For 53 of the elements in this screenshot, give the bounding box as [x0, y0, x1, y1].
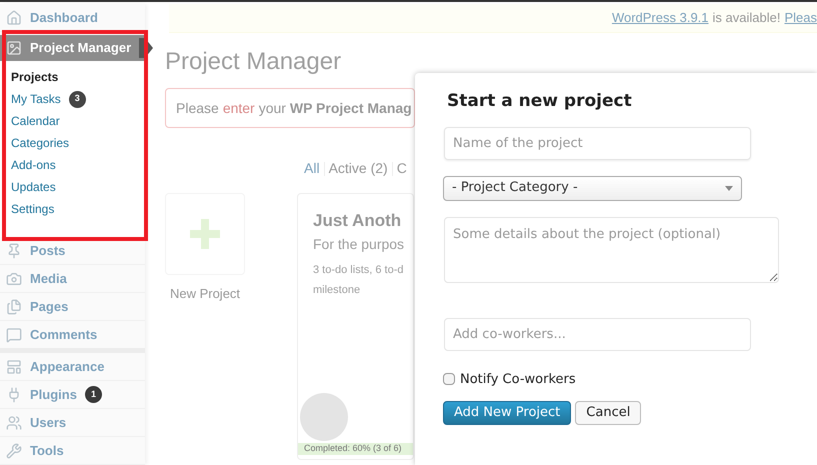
menu-label: Project Manager [30, 39, 132, 58]
menu-label: Appearance [30, 358, 104, 376]
project-card[interactable]: Just Anoth For the purpos 3 to-do lists, 6 to-d milestone Completed: 60% (3 of 6) [297, 193, 414, 460]
notice-text: your WP Project Manag [258, 98, 412, 118]
menu-label: Dashboard [30, 8, 98, 27]
update-link[interactable]: Pleas [784, 8, 817, 28]
project-stats: milestone [313, 282, 362, 298]
submenu-link[interactable]: Settings [11, 200, 54, 218]
submenu-link[interactable]: Calendar [11, 112, 60, 130]
project-name-field[interactable]: Name of the project [444, 126, 751, 160]
count-badge: 1 [84, 386, 102, 403]
menu-label: Comments [30, 326, 98, 344]
menu-item[interactable]: Plugins 1 [0, 381, 145, 409]
filter-link[interactable]: Active (2) [328, 158, 388, 179]
count-badge: 3 [68, 90, 86, 108]
menu-item[interactable]: Tools [0, 437, 145, 465]
filter-link[interactable]: C [396, 158, 407, 179]
menu-label: Users [30, 414, 66, 432]
submenu-link[interactable]: Updates [11, 178, 56, 196]
notice-text: is available! [712, 9, 780, 28]
page-title: Project Manager [165, 47, 342, 77]
cancel-button[interactable]: Cancel [575, 401, 642, 425]
submenu-link[interactable]: Projects [11, 68, 58, 86]
project-stats: 3 to-do lists, 6 to-d [313, 262, 404, 278]
menu-item[interactable]: Appearance [0, 353, 145, 381]
menu-item[interactable]: Users [0, 409, 145, 437]
progress-label: Completed: 60% (3 of 6) [298, 443, 413, 455]
menu-label: Pages [30, 298, 68, 316]
menu-item[interactable]: Dashboard [0, 4, 145, 32]
project-description: For the purpos [313, 234, 406, 254]
menu-label: Posts [30, 242, 66, 260]
submenu-link[interactable]: My Tasks [11, 90, 61, 108]
notice-text: Please [176, 98, 219, 118]
menu-item[interactable]: Media [0, 265, 145, 293]
submenu-link[interactable]: Add-ons [11, 156, 56, 174]
submenu-link[interactable]: Categories [11, 134, 70, 152]
coworkers-field[interactable]: Add co-workers... [444, 318, 751, 350]
menu-item[interactable]: Comments [0, 321, 145, 353]
enter-link[interactable]: enter [222, 98, 255, 118]
menu-label: Media [30, 270, 67, 288]
menu-label: Plugins [30, 386, 77, 404]
dialog-title: Start a new project [447, 90, 633, 113]
new-project-label: New Project [170, 285, 240, 303]
notify-label: Notify Co-workers [460, 370, 576, 388]
category-select[interactable]: - Project Category - [443, 176, 742, 200]
add-project-button[interactable]: Add New Project [443, 401, 572, 425]
project-title: Just Anoth [313, 210, 402, 232]
menu-item[interactable]: Pages [0, 293, 145, 321]
menu-item[interactable]: Posts [0, 237, 145, 265]
version-link[interactable]: WordPress 3.9.1 [612, 8, 709, 28]
project-details-field[interactable]: Some details about the project (optional) [444, 216, 779, 282]
menu-label: Tools [30, 442, 64, 460]
filter-link[interactable]: All [304, 158, 320, 179]
